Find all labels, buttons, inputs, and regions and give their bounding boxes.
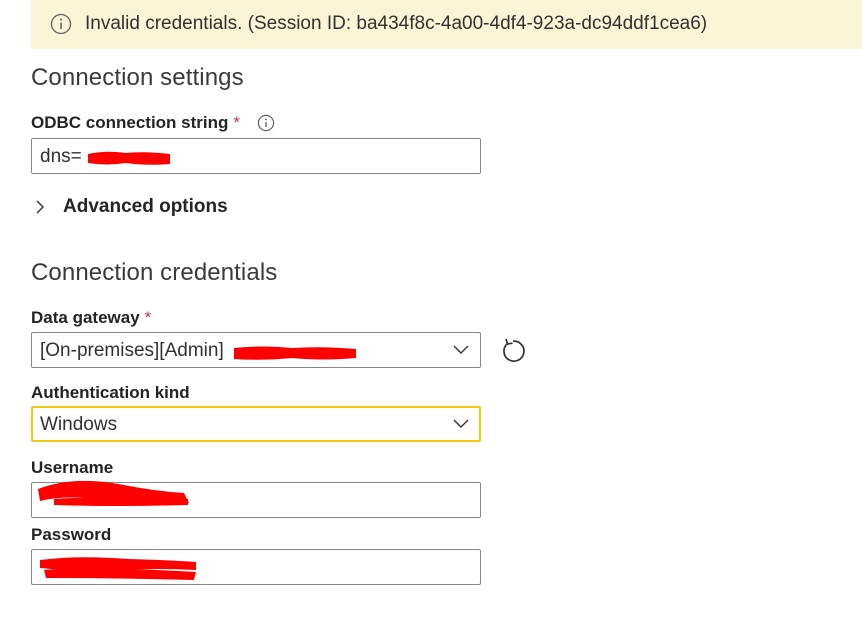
- data-gateway-select[interactable]: [On-premises][Admin]: [31, 332, 481, 368]
- error-banner: Invalid credentials. (Session ID: ba434f…: [31, 0, 862, 49]
- connection-settings-title: Connection settings: [31, 64, 244, 91]
- required-marker: *: [144, 308, 152, 327]
- odbc-connection-string-input[interactable]: dns=: [31, 138, 481, 174]
- required-marker: *: [233, 113, 241, 132]
- error-message: Invalid credentials. (Session ID: ba434f…: [85, 13, 708, 34]
- authentication-kind-label: Authentication kind: [31, 383, 190, 402]
- connection-credentials-title: Connection credentials: [31, 259, 278, 286]
- chevron-down-icon: [453, 419, 469, 428]
- chevron-down-icon: [453, 345, 469, 354]
- password-label: Password: [31, 525, 112, 544]
- info-icon: [50, 13, 72, 35]
- authentication-kind-select[interactable]: Windows: [31, 406, 481, 442]
- info-icon[interactable]: [257, 114, 275, 132]
- odbc-connection-string-label: ODBC connection string *: [31, 113, 240, 133]
- data-gateway-label-text: Data gateway: [31, 308, 140, 327]
- redaction-mark: [38, 480, 189, 506]
- data-gateway-label: Data gateway *: [31, 308, 151, 328]
- advanced-options-toggle[interactable]: Advanced options: [33, 195, 228, 219]
- redaction-mark: [88, 151, 170, 165]
- odbc-label-text: ODBC connection string: [31, 113, 229, 132]
- chevron-right-icon: [36, 200, 44, 214]
- advanced-options-label: Advanced options: [63, 196, 228, 217]
- password-input[interactable]: [31, 549, 481, 585]
- redaction-mark: [234, 346, 356, 360]
- odbc-connection-string-value: dns=: [40, 146, 82, 167]
- data-gateway-value: [On-premises][Admin]: [40, 340, 224, 361]
- redaction-mark: [40, 557, 196, 580]
- authentication-kind-value: Windows: [40, 414, 118, 435]
- username-input[interactable]: [31, 480, 481, 518]
- refresh-icon[interactable]: [500, 336, 530, 366]
